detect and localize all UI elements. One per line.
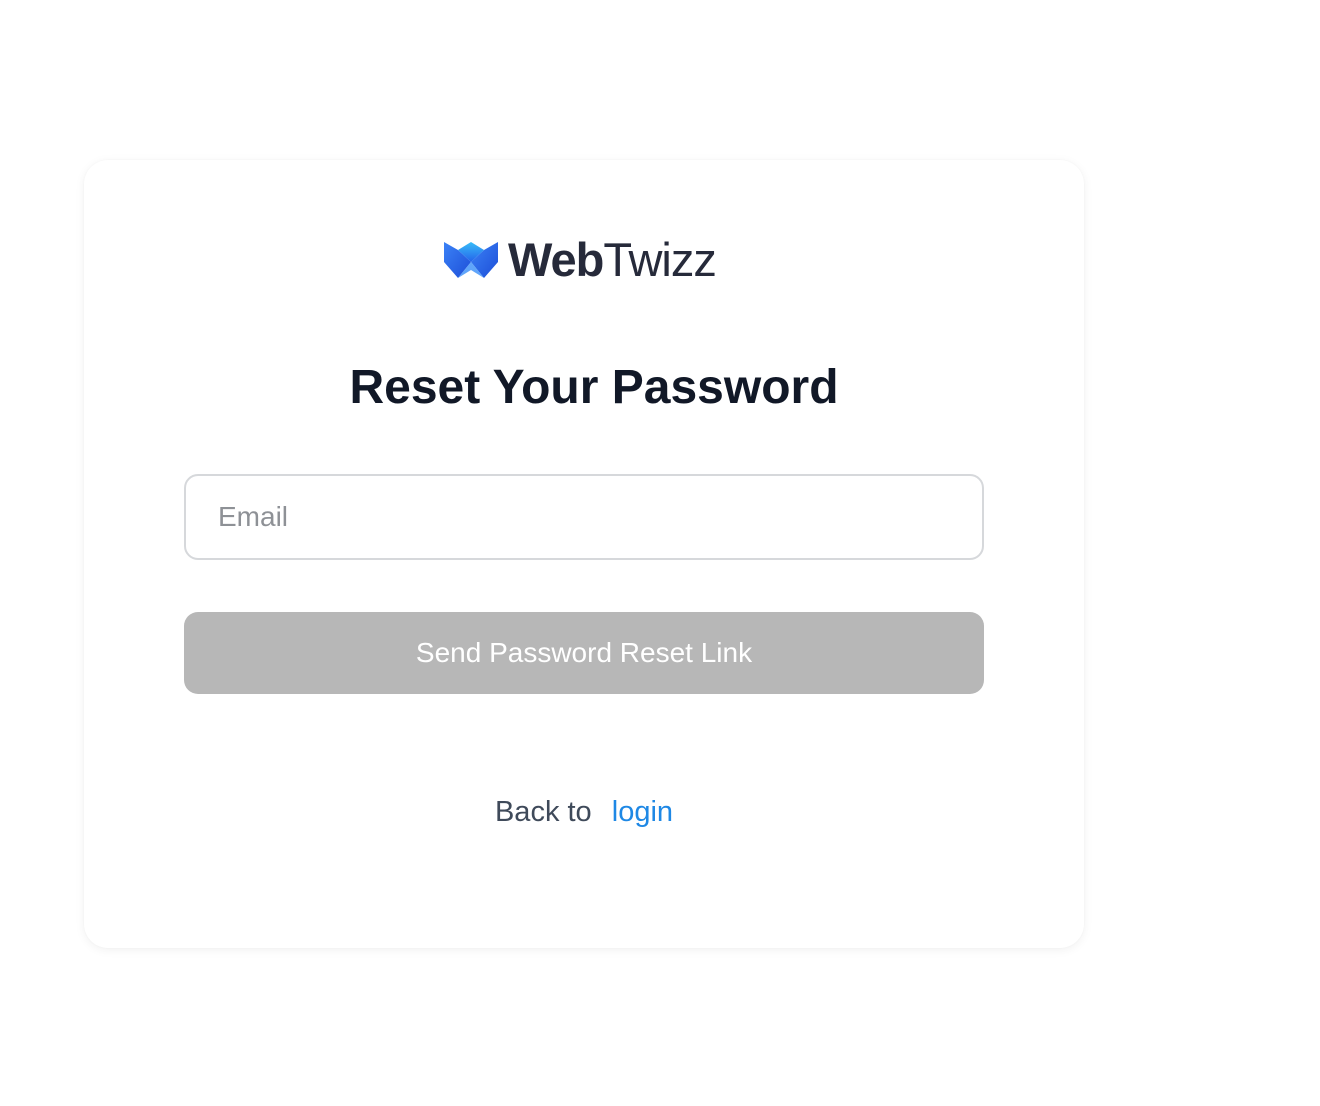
brand-name-light: Twizz	[603, 233, 716, 286]
brand-name-bold: Web	[508, 233, 604, 286]
page-title: Reset Your Password	[349, 361, 839, 414]
send-reset-link-button[interactable]: Send Password Reset Link	[184, 612, 984, 694]
back-to-login-row: Back to login	[84, 790, 1084, 834]
brand-wordmark: WebTwizz	[508, 236, 717, 283]
email-input[interactable]	[184, 474, 984, 560]
login-link[interactable]: login	[612, 796, 673, 828]
webtwizz-w-logo-icon	[444, 242, 498, 278]
brand-logo: WebTwizz	[444, 236, 717, 283]
back-to-text: Back to	[494, 796, 592, 828]
reset-password-card: WebTwizz Reset Your Password Send Passwo…	[84, 160, 1084, 948]
